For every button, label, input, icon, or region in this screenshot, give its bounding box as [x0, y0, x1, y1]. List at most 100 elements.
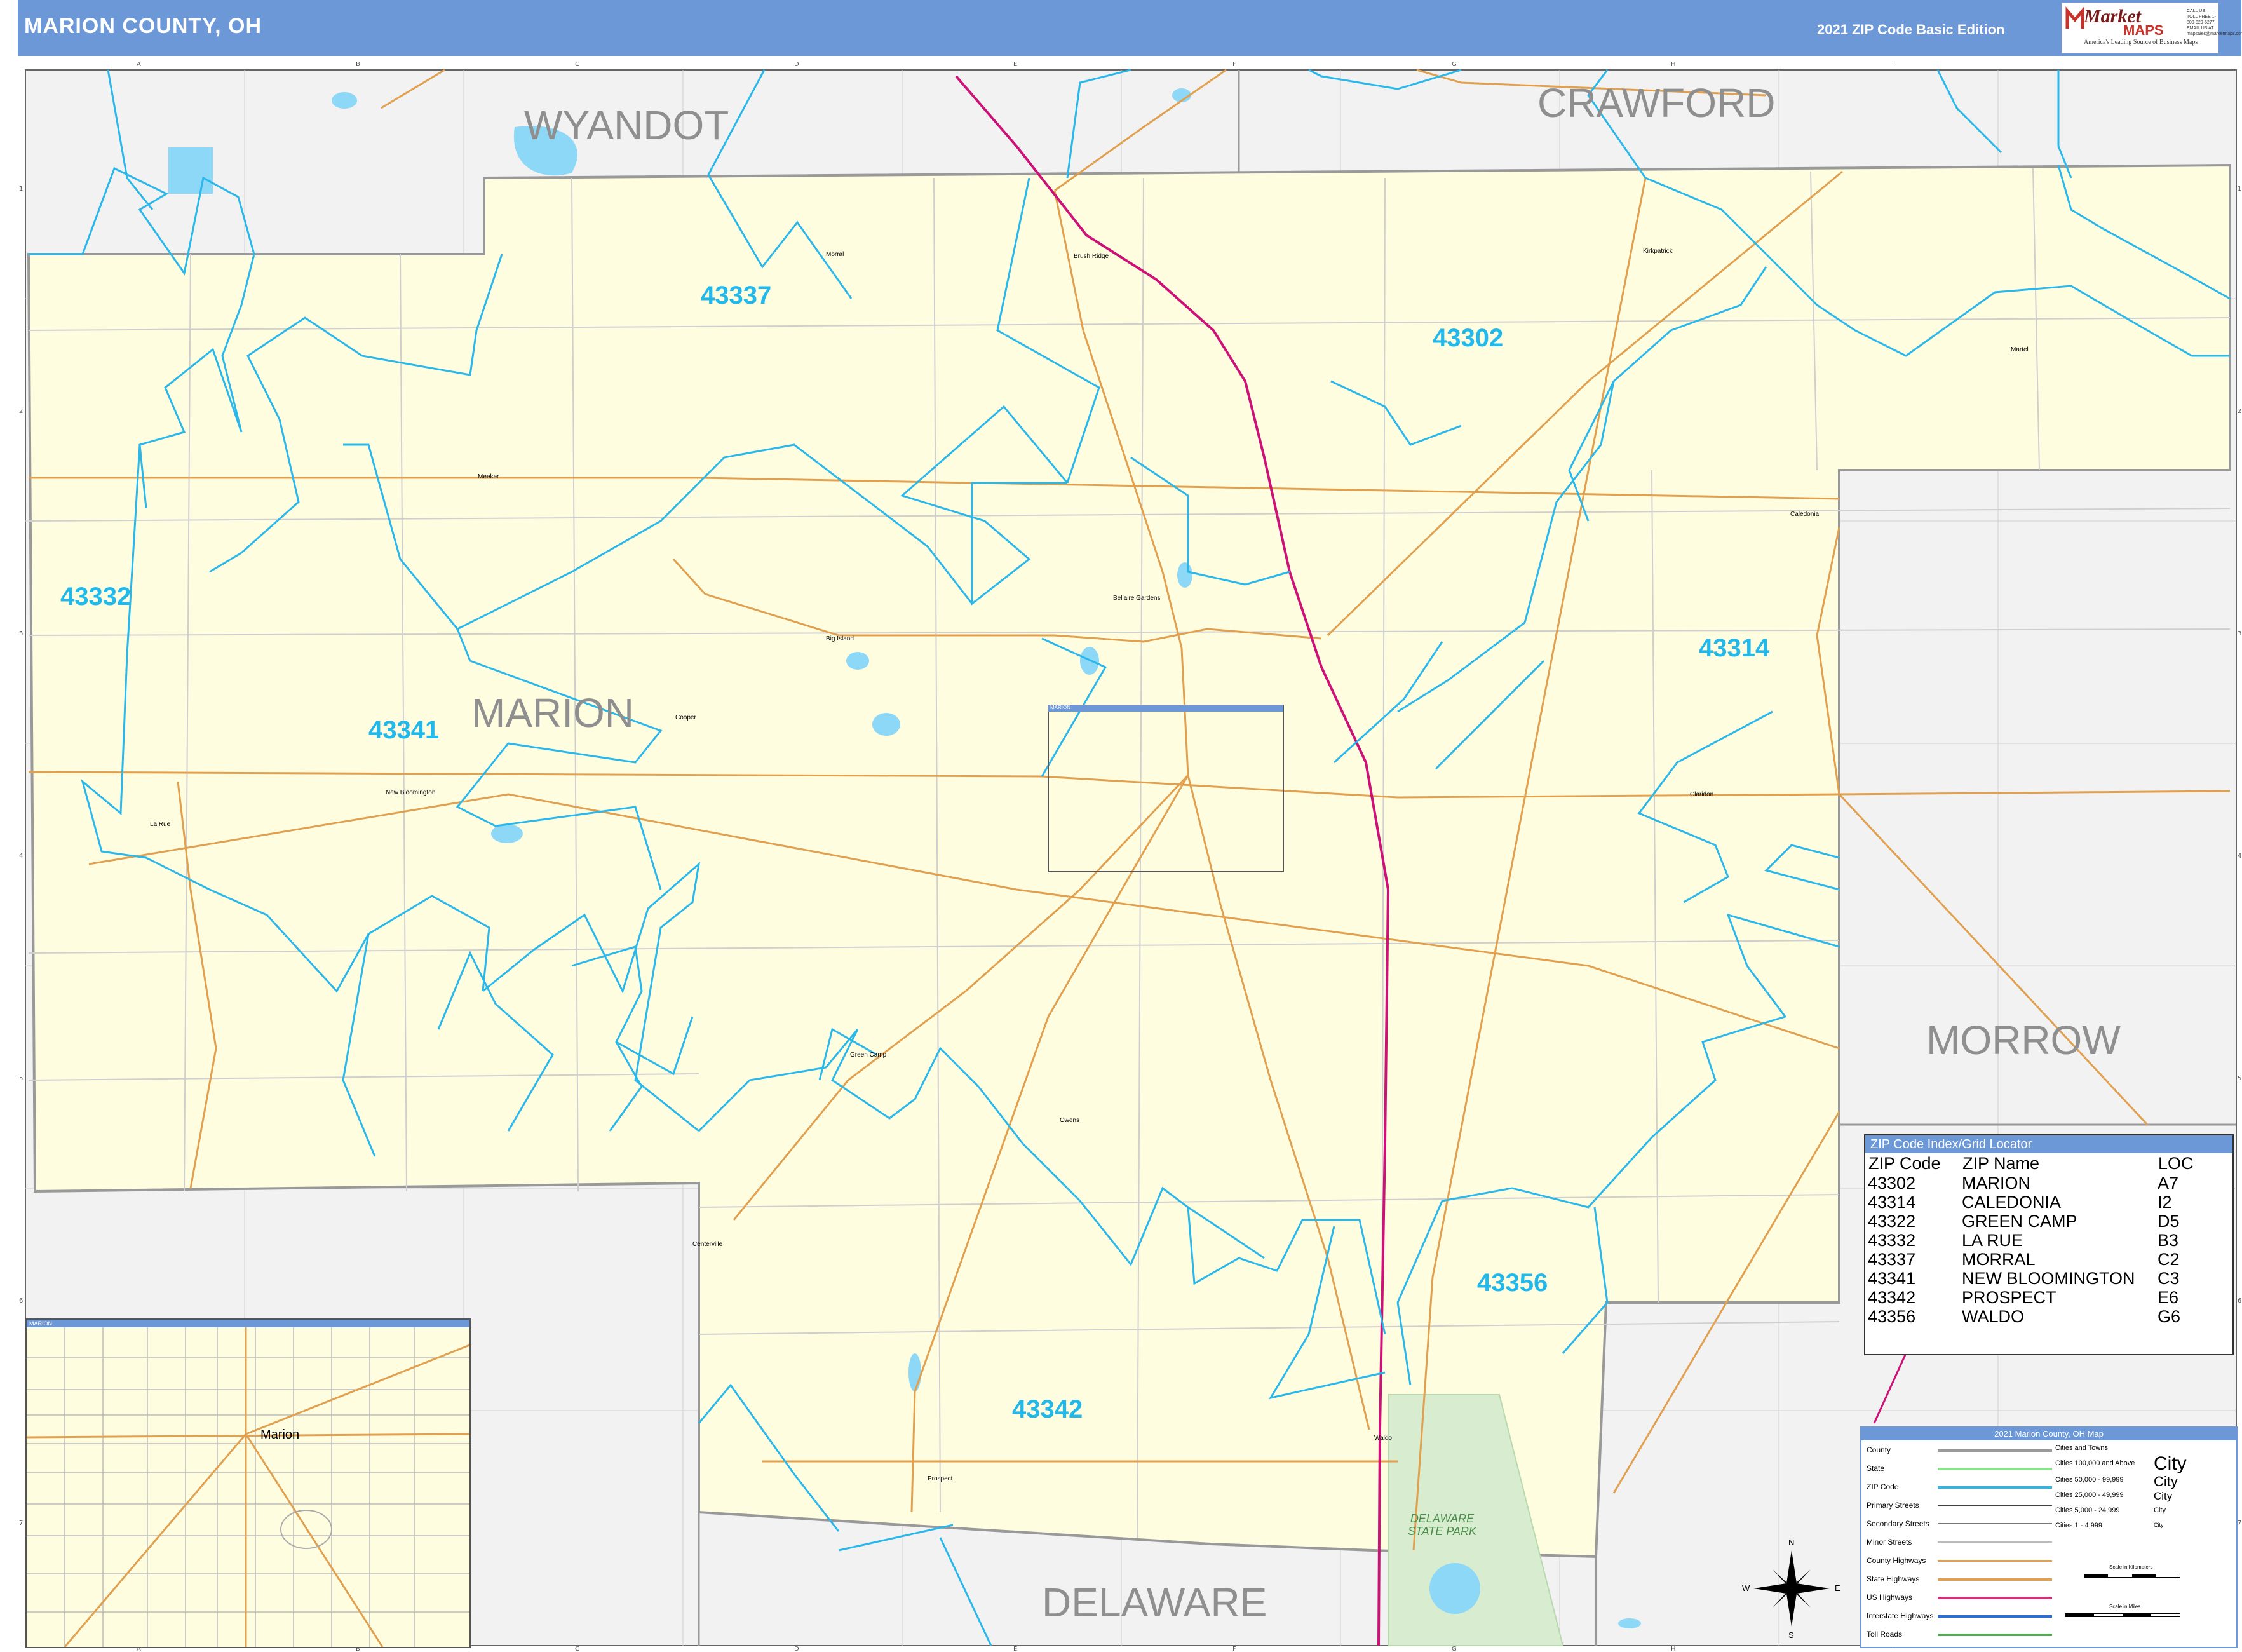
zip-cell: 43332	[1868, 1231, 1916, 1250]
legend-swatch-primary	[1938, 1505, 2052, 1506]
svg-text:H: H	[1671, 1646, 1676, 1652]
svg-text:2: 2	[2238, 408, 2241, 415]
svg-text:D: D	[794, 61, 799, 68]
loc-cell: I2	[2158, 1193, 2172, 1212]
title-bar: MARION COUNTY, OH 2021 ZIP Code Basic Ed…	[18, 0, 2241, 56]
town-new-bloomington: New Bloomington	[386, 789, 436, 796]
table-row[interactable]: 43302 MARION A7	[1868, 1174, 2222, 1193]
svg-text:C: C	[575, 1646, 579, 1652]
svg-text:4: 4	[19, 853, 23, 860]
zip-name-cell: GREEN CAMP	[1962, 1212, 2077, 1231]
table-row[interactable]: 43337 MORRAL C2	[1868, 1250, 2222, 1269]
table-row[interactable]: 43332 LA RUE B3	[1868, 1231, 2222, 1250]
legend-city-class-2: Cities 50,000 - 99,999	[2055, 1476, 2124, 1484]
legend-item-primary: Primary Streets	[1867, 1501, 1919, 1510]
loc-cell: D5	[2158, 1212, 2180, 1231]
table-row[interactable]: 43342 PROSPECT E6	[1868, 1288, 2222, 1307]
zip-label-43337[interactable]: 43337	[701, 281, 771, 310]
svg-text:D: D	[794, 1646, 799, 1652]
legend-item-us-hwy: US Highways	[1867, 1593, 1913, 1602]
svg-text:2: 2	[19, 408, 23, 415]
table-row[interactable]: 43341 NEW BLOOMINGTON C3	[1868, 1269, 2222, 1288]
zip-label-43341[interactable]: 43341	[368, 716, 439, 745]
legend-item-secondary: Secondary Streets	[1867, 1519, 1929, 1528]
edition-label: 2021 ZIP Code Basic Edition	[1817, 22, 2005, 37]
table-row[interactable]: 43356 WALDO G6	[1868, 1307, 2222, 1326]
svg-text:1: 1	[2238, 186, 2241, 193]
zip-cell: 43342	[1868, 1288, 1916, 1307]
zip-label-43332[interactable]: 43332	[60, 583, 131, 611]
compass-west: W	[1742, 1583, 1750, 1593]
county-label-marion: MARION	[471, 690, 634, 736]
svg-text:6: 6	[2238, 1297, 2241, 1304]
county-label-wyandot: WYANDOT	[524, 102, 729, 148]
logo-brand-bottom: MAPS	[2123, 22, 2164, 38]
zip-label-43342[interactable]: 43342	[1012, 1395, 1083, 1424]
market-maps-logo[interactable]: Market MAPS America's Leading Source of …	[2062, 3, 2242, 53]
svg-text:A: A	[137, 61, 141, 68]
legend-city-class-5: Cities 1 - 4,999	[2055, 1522, 2102, 1529]
legend-scale-km: Scale in Kilometers	[2109, 1564, 2153, 1570]
marion-city-inset-map[interactable]: MARION Marion	[25, 1318, 471, 1648]
legend-swatch-state-hwy	[1938, 1578, 2052, 1581]
zip-name-cell: LA RUE	[1962, 1231, 2023, 1250]
town-waldo: Waldo	[1374, 1435, 1392, 1442]
svg-text:I: I	[1890, 61, 1892, 68]
zip-index-table: ZIP Code ZIP Name LOC 43302 MARION A7 4331…	[1868, 1153, 2222, 1326]
legend-swatch-county	[1938, 1449, 2052, 1452]
legend-city-sample-5: City	[2154, 1522, 2164, 1528]
inset-streets	[27, 1327, 469, 1647]
zip-label-43302[interactable]: 43302	[1433, 324, 1503, 353]
county-label-delaware: DELAWARE	[1042, 1580, 1267, 1625]
zip-index-header-loc: LOC	[2158, 1154, 2194, 1173]
legend-item-zip: ZIP Code	[1867, 1482, 1899, 1491]
zip-index-title: ZIP Code Index/Grid Locator	[1865, 1135, 2232, 1153]
loc-cell: B3	[2158, 1231, 2179, 1250]
zip-name-cell: PROSPECT	[1962, 1288, 2056, 1307]
zip-cell: 43341	[1868, 1269, 1916, 1288]
town-bellaire-gardens: Bellaire Gardens	[1113, 595, 1161, 602]
legend-city-sample-4: City	[2154, 1506, 2166, 1514]
legend-scale-bar-mi	[2065, 1613, 2180, 1617]
legend-swatch-us-hwy	[1938, 1597, 2052, 1599]
town-morral: Morral	[826, 251, 844, 258]
zip-index-header-name: ZIP Name	[1962, 1154, 2040, 1173]
svg-text:3: 3	[19, 630, 23, 637]
loc-cell: C2	[2158, 1250, 2180, 1269]
legend-scale-bar-km	[2084, 1574, 2180, 1578]
legend-swatch-minor	[1938, 1541, 2052, 1543]
legend-swatch-secondary	[1938, 1523, 2052, 1524]
legend-city-sample-3: City	[2154, 1490, 2173, 1502]
svg-text:F: F	[1232, 61, 1236, 68]
marion-inset-box-label: MARION	[1050, 705, 1070, 710]
svg-text:C: C	[575, 61, 579, 68]
legend-item-minor: Minor Streets	[1867, 1538, 1912, 1547]
table-row[interactable]: 43322 GREEN CAMP D5	[1868, 1212, 2222, 1231]
zip-cell: 43356	[1868, 1307, 1916, 1326]
zip-code-index: ZIP Code Index/Grid Locator ZIP Code ZIP…	[1864, 1134, 2234, 1355]
map-legend: 2021 Marion County, OH Map County State …	[1860, 1426, 2238, 1648]
map-title: MARION COUNTY, OH	[24, 14, 262, 38]
legend-item-state-hwy: State Highways	[1867, 1574, 1920, 1583]
zip-index-header-zip: ZIP Code	[1868, 1154, 1941, 1173]
legend-city-class-1: Cities 100,000 and Above	[2055, 1459, 2135, 1467]
zip-label-43356[interactable]: 43356	[1477, 1269, 1548, 1297]
legend-item-interstate: Interstate Highways	[1867, 1611, 1934, 1620]
legend-city-sample-2: City	[2154, 1473, 2178, 1489]
svg-text:7: 7	[2238, 1520, 2241, 1527]
compass-north: N	[1788, 1538, 1795, 1547]
town-caledonia: Caledonia	[1790, 511, 1820, 518]
compass-south: S	[1788, 1630, 1794, 1640]
svg-text:4: 4	[2238, 853, 2241, 860]
legend-item-state: State	[1867, 1464, 1885, 1473]
svg-text:E: E	[1013, 1646, 1017, 1652]
zip-label-43314[interactable]: 43314	[1699, 634, 1769, 663]
legend-city-class-4: Cities 5,000 - 24,999	[2055, 1506, 2120, 1514]
zip-name-cell: WALDO	[1962, 1307, 2025, 1326]
town-brush-ridge: Brush Ridge	[1074, 253, 1109, 260]
town-claridon: Claridon	[1690, 791, 1714, 798]
table-row[interactable]: 43314 CALEDONIA I2	[1868, 1193, 2222, 1212]
county-label-morrow: MORROW	[1926, 1017, 2121, 1063]
legend-item-county-hwy: County Highways	[1867, 1556, 1926, 1565]
legend-swatch-zip	[1938, 1486, 2052, 1489]
